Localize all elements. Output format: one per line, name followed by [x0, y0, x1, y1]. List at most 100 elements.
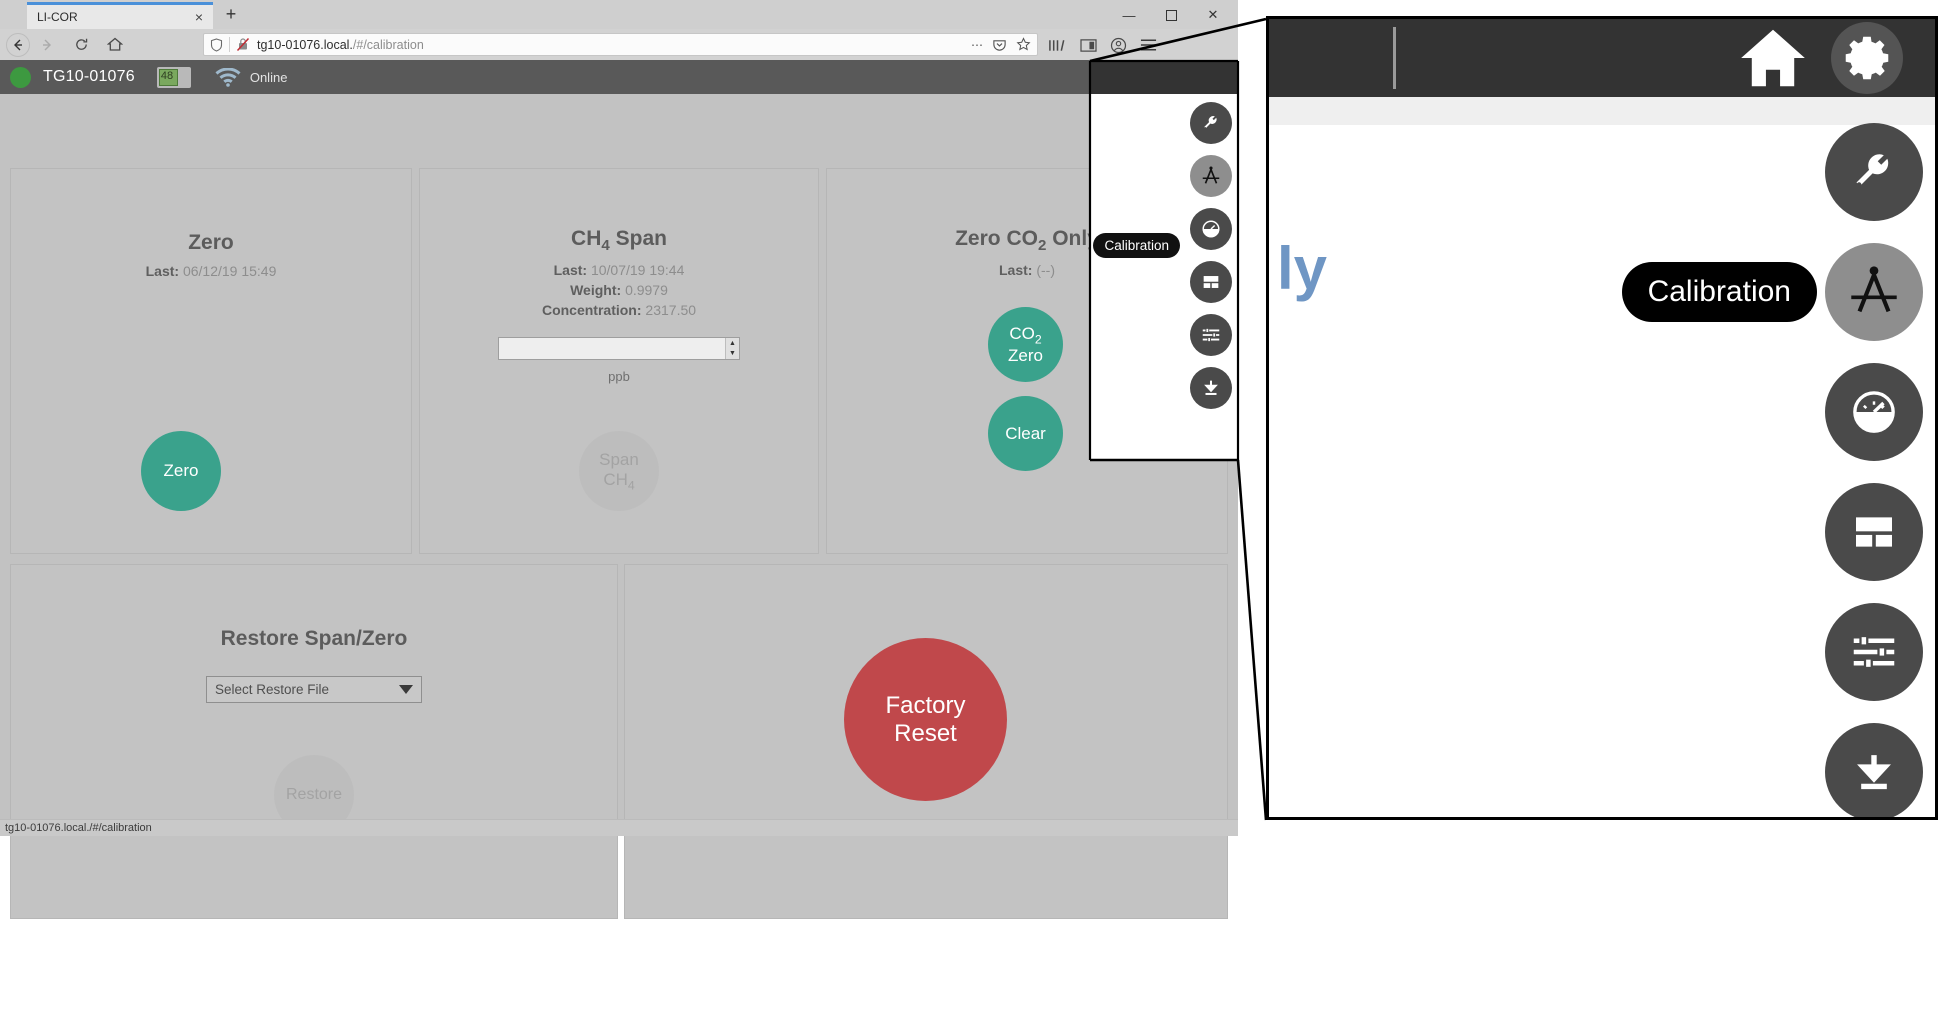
panel-zero: Zero Last: 06/12/19 15:49 Zero: [10, 168, 412, 554]
co2-zero-button[interactable]: CO2 Zero: [988, 307, 1063, 382]
magnified-header-divider: [1393, 27, 1396, 89]
menu-item-calibration[interactable]: [1190, 155, 1232, 197]
spinner-down-icon[interactable]: ▼: [729, 350, 736, 357]
page-actions-icon[interactable]: ⋯: [971, 38, 983, 52]
gauge-icon: [1200, 218, 1222, 240]
window-controls: — ✕: [1108, 2, 1234, 28]
hamburger-menu-icon[interactable]: [1140, 38, 1157, 52]
co2-title-prefix: Zero CO: [955, 227, 1038, 250]
menu-item-diagnostics[interactable]: [1825, 363, 1923, 461]
panel-ch4-weight: Weight: 0.9979: [420, 282, 818, 298]
menu-item-calibration[interactable]: [1825, 243, 1923, 341]
browser-tab[interactable]: LI-COR ×: [27, 2, 213, 29]
panel-ch4-span: CH4 Span Last: 10/07/19 19:44 Weight: 0.…: [419, 168, 819, 554]
wifi-icon: [215, 67, 241, 87]
panel-factory-reset: Factory Reset: [624, 564, 1228, 919]
co2-clear-label: Clear: [1005, 423, 1046, 443]
menu-item-diagnostics[interactable]: [1190, 208, 1232, 250]
forward-arrow-icon[interactable]: [30, 31, 64, 59]
span-ch4-prefix: CH: [603, 469, 628, 489]
account-icon[interactable]: [1110, 37, 1127, 54]
reload-icon[interactable]: [64, 31, 98, 59]
gauge-icon: [1847, 385, 1901, 439]
ch4-weight-value: 0.9979: [625, 282, 668, 299]
maximize-icon[interactable]: [1150, 2, 1192, 28]
tab-strip: LI-COR × + — ✕: [0, 0, 1238, 29]
restore-file-select[interactable]: Select Restore File: [206, 676, 422, 703]
ch4-span-input-field[interactable]: [499, 338, 725, 359]
ch4-span-spinner[interactable]: ▲ ▼: [725, 338, 739, 360]
span-ch4-button[interactable]: Span CH4: [579, 431, 659, 511]
menu-item-download[interactable]: [1825, 723, 1923, 817]
factory-reset-line1: Factory: [885, 691, 966, 719]
co2-zero-prefix: CO: [1009, 323, 1035, 343]
back-arrow-icon[interactable]: [6, 32, 30, 57]
menu-item-settings[interactable]: [1825, 603, 1923, 701]
calibration-tooltip: Calibration: [1093, 233, 1180, 258]
chevron-down-icon[interactable]: [399, 685, 413, 694]
menu-item-maintenance[interactable]: [1190, 102, 1232, 144]
url-bar-actions: ⋯: [971, 37, 1031, 52]
close-window-icon[interactable]: ✕: [1192, 2, 1234, 28]
lock-crossed-icon[interactable]: [236, 37, 250, 52]
popup-menu-items: [1190, 102, 1232, 409]
popup-header: [1091, 60, 1238, 94]
url-path: /#/calibration: [352, 37, 424, 52]
spinner-up-icon[interactable]: ▲: [729, 340, 736, 347]
library-icon[interactable]: [1048, 37, 1067, 53]
restore-button-label: Restore: [285, 785, 343, 803]
menu-item-settings[interactable]: [1190, 314, 1232, 356]
magnified-ghost-text-1: ly: [1277, 235, 1328, 302]
star-icon[interactable]: [1016, 37, 1031, 52]
home-icon[interactable]: [98, 31, 132, 59]
co2-clear-button[interactable]: Clear: [988, 396, 1063, 471]
co2-zero-line1: CO2: [1009, 324, 1041, 346]
compass-divider-icon: [1200, 165, 1222, 187]
ch4-concentration-value: 2317.50: [645, 302, 697, 319]
browser-toolbar-icons: [1048, 33, 1228, 57]
menu-item-layout[interactable]: [1825, 483, 1923, 581]
battery-indicator: 48: [156, 66, 191, 88]
factory-reset-line2: Reset: [894, 719, 957, 747]
ch4-concentration-label: Concentration:: [541, 302, 642, 319]
panel-zero-last: Last: 06/12/19 15:49: [11, 263, 411, 279]
zero-button-label: Zero: [163, 461, 199, 481]
ch4-weight-label: Weight:: [570, 282, 622, 299]
panel-ch4-title: CH4 Span: [420, 227, 818, 254]
close-icon[interactable]: ×: [195, 9, 203, 25]
factory-reset-button[interactable]: Factory Reset: [844, 638, 1007, 801]
gear-icon[interactable]: [1831, 22, 1903, 94]
shield-icon[interactable]: [210, 37, 223, 52]
battery-percent: 48: [160, 69, 174, 82]
zero-last-label: Last:: [145, 263, 180, 279]
menu-item-download[interactable]: [1190, 367, 1232, 409]
ch4-title-prefix: CH: [571, 227, 602, 250]
minimize-icon[interactable]: —: [1108, 2, 1150, 28]
co2-last-value: (--): [1036, 262, 1055, 279]
zero-button[interactable]: Zero: [141, 431, 221, 511]
home-icon[interactable]: [1737, 25, 1809, 91]
pocket-icon[interactable]: [992, 37, 1007, 52]
ch4-title-suffix: Span: [609, 227, 667, 250]
panel-ch4-last: Last: 10/07/19 19:44: [420, 262, 818, 278]
download-icon: [1200, 377, 1222, 399]
browser-window: LI-COR × + — ✕ tg10-01076.local./#/calib…: [0, 0, 1238, 919]
nav-popup-menu: Calibration: [1090, 60, 1238, 460]
ch4-title-sub: 4: [601, 237, 610, 255]
panel-restore: Restore Span/Zero Select Restore File Re…: [10, 564, 618, 919]
url-divider: [229, 37, 230, 52]
sliders-icon: [1847, 625, 1901, 679]
url-bar[interactable]: tg10-01076.local./#/calibration ⋯: [203, 33, 1038, 56]
span-ch4-sub: 4: [627, 477, 635, 492]
ch4-last-label: Last:: [553, 262, 588, 279]
magnified-band: [1269, 97, 1935, 125]
new-tab-button[interactable]: +: [219, 4, 243, 26]
tab-title: LI-COR: [37, 10, 78, 24]
menu-item-maintenance[interactable]: [1825, 123, 1923, 221]
sidebar-icon[interactable]: [1080, 38, 1097, 53]
panel-ch4-concentration: Concentration: 2317.50: [420, 302, 818, 318]
ch4-span-input[interactable]: ▲ ▼: [498, 337, 740, 361]
ch4-last-value: 10/07/19 19:44: [590, 262, 685, 279]
calibration-panels: Zero Last: 06/12/19 15:49 Zero CH4 Span …: [0, 94, 1238, 919]
menu-item-layout[interactable]: [1190, 261, 1232, 303]
